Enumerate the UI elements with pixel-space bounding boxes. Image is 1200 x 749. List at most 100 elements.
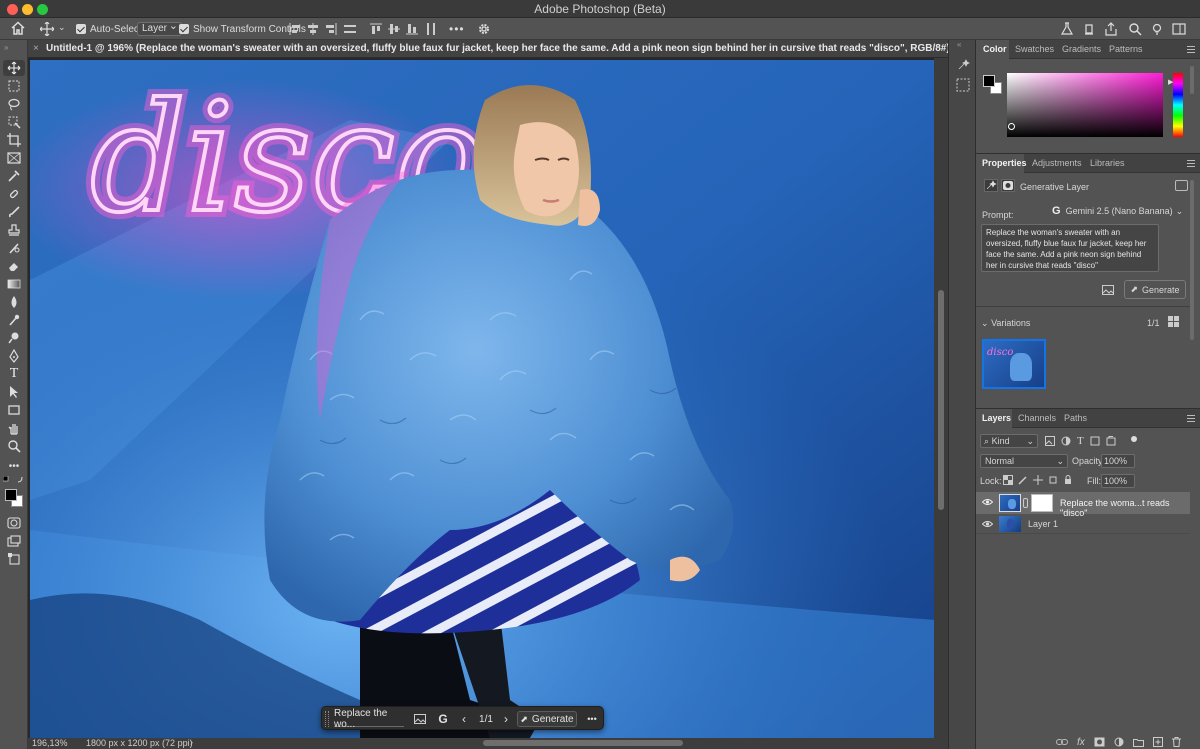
screen-mode-icon[interactable] xyxy=(3,533,25,549)
align-left-icon[interactable] xyxy=(288,22,302,36)
properties-generate-button[interactable]: ⬈ Generate xyxy=(1124,280,1186,299)
model-dropdown[interactable]: G Gemini 2.5 (Nano Banana) ⌄ xyxy=(1052,205,1183,217)
healing-brush-icon[interactable] xyxy=(3,186,25,202)
beaker-icon[interactable] xyxy=(1060,22,1074,36)
frame-tool-icon[interactable] xyxy=(3,150,25,166)
align-bottom-icon[interactable] xyxy=(405,22,419,36)
color-picker-cursor[interactable] xyxy=(1008,123,1015,130)
layer-row-generative[interactable]: Replace the woma...t reads "disco" xyxy=(976,492,1190,518)
folder-icon[interactable] xyxy=(1132,738,1144,747)
lock-artboard-icon[interactable] xyxy=(1048,475,1058,485)
distribute-icon[interactable] xyxy=(343,22,357,36)
tab-channels[interactable]: Channels xyxy=(1018,413,1056,423)
generate-button[interactable]: ⬈ Generate xyxy=(517,711,577,727)
hue-slider[interactable] xyxy=(1173,73,1183,137)
panel-scrollbar-thumb[interactable] xyxy=(1190,66,1194,94)
next-variation-icon[interactable]: › xyxy=(500,711,512,727)
layer-name[interactable]: Layer 1 xyxy=(1028,519,1058,529)
type-tool-icon[interactable]: T xyxy=(3,366,25,382)
panel-menu-icon[interactable] xyxy=(1187,160,1195,167)
lock-image-icon[interactable] xyxy=(1018,475,1028,485)
fill-field[interactable]: 100% ⌄ xyxy=(1101,474,1135,498)
reference-image-icon[interactable] xyxy=(412,711,428,727)
grid-view-icon[interactable] xyxy=(1168,316,1179,327)
adjustment-icon[interactable] xyxy=(1114,737,1124,747)
filter-toggle-icon[interactable] xyxy=(1131,436,1137,442)
blend-mode-dropdown[interactable]: Normal ⌄ xyxy=(980,454,1068,468)
horizontal-scrollbar-thumb[interactable] xyxy=(483,740,683,746)
chevron-down-icon[interactable]: ⌄ xyxy=(58,22,66,33)
smart-object-filter-icon[interactable] xyxy=(1106,436,1116,446)
more-options-button[interactable]: ••• xyxy=(449,21,465,37)
align-top-icon[interactable] xyxy=(369,22,383,36)
hue-slider-marker[interactable]: ▶ xyxy=(1168,78,1173,86)
cloud-docs-icon[interactable] xyxy=(1082,22,1096,36)
new-layer-icon[interactable] xyxy=(1152,737,1163,747)
layer-row-layer-1[interactable]: Layer 1 xyxy=(976,514,1190,534)
tab-properties[interactable]: Properties xyxy=(982,158,1027,168)
move-tool-icon[interactable] xyxy=(3,60,25,76)
blur-tool-icon[interactable] xyxy=(3,294,25,310)
collapse-icon[interactable]: » xyxy=(4,43,24,52)
zoom-tool-icon[interactable] xyxy=(3,438,25,454)
drag-handle-icon[interactable] xyxy=(325,711,329,727)
prompt-preview-field[interactable]: Replace the wo... xyxy=(334,708,404,730)
marquee-tool-icon[interactable] xyxy=(3,78,25,94)
artboard-icon[interactable] xyxy=(3,551,25,567)
lock-transparent-icon[interactable] xyxy=(1003,475,1013,485)
mask-link-icon[interactable] xyxy=(1023,498,1028,508)
adjustment-filter-icon[interactable] xyxy=(1061,436,1071,446)
eyedropper-icon[interactable] xyxy=(3,168,25,184)
panel-scrollbar-thumb[interactable] xyxy=(1190,180,1194,340)
canvas-area[interactable]: disco disco xyxy=(28,58,934,738)
gemini-model-icon[interactable]: G xyxy=(436,711,450,727)
edit-toolbar-icon[interactable]: ••• xyxy=(3,458,25,474)
tab-patterns[interactable]: Patterns xyxy=(1109,44,1143,54)
vertical-scrollbar[interactable] xyxy=(934,58,948,738)
panel-menu-icon[interactable] xyxy=(1187,415,1195,422)
reference-image-icon[interactable] xyxy=(1102,285,1114,295)
align-center-icon[interactable] xyxy=(306,22,320,36)
foreground-color-swatch[interactable] xyxy=(983,75,995,87)
eye-icon[interactable] xyxy=(982,498,993,508)
document-tab[interactable]: × Untitled-1 @ 196% (Replace the woman's… xyxy=(28,40,956,58)
gear-icon[interactable] xyxy=(477,22,491,36)
close-tab-icon[interactable]: × xyxy=(33,43,39,54)
stamp-tool-icon[interactable] xyxy=(3,222,25,238)
tab-libraries[interactable]: Libraries xyxy=(1090,158,1125,168)
zoom-level[interactable]: 196,13% xyxy=(32,738,68,748)
layer-filter-dropdown[interactable]: ⌕ Kind ⌄ xyxy=(980,434,1038,448)
auto-select-checkbox[interactable]: Auto-Select: xyxy=(76,21,144,37)
search-icon[interactable] xyxy=(1128,22,1142,36)
auto-select-dropdown[interactable]: Layer xyxy=(137,20,183,37)
tab-paths[interactable]: Paths xyxy=(1064,413,1087,423)
quick-mask-icon[interactable] xyxy=(3,515,25,531)
variation-thumbnail[interactable]: disco xyxy=(982,339,1046,389)
adjustments-icon[interactable] xyxy=(956,78,970,92)
generative-icon[interactable] xyxy=(956,58,970,72)
collapse-icon[interactable]: « xyxy=(957,40,961,49)
home-icon[interactable] xyxy=(10,21,28,37)
lightbulb-icon[interactable] xyxy=(1150,22,1164,36)
workspace-icon[interactable] xyxy=(1172,22,1186,36)
prompt-textarea[interactable]: Replace the woman's sweater with an over… xyxy=(981,224,1159,272)
show-transform-checkbox[interactable]: Show Transform Controls xyxy=(179,21,306,37)
pen-tool-icon[interactable] xyxy=(3,348,25,364)
gradient-tool-icon[interactable] xyxy=(3,276,25,292)
object-selection-icon[interactable] xyxy=(3,114,25,130)
history-brush-icon[interactable] xyxy=(3,240,25,256)
mask-icon[interactable] xyxy=(1094,737,1105,747)
align-middle-icon[interactable] xyxy=(387,22,401,36)
brush-tool-icon[interactable] xyxy=(3,204,25,220)
distribute-vertical-icon[interactable] xyxy=(424,22,438,36)
align-right-icon[interactable] xyxy=(324,22,338,36)
path-selection-icon[interactable] xyxy=(3,384,25,400)
panel-menu-icon[interactable] xyxy=(1187,46,1195,53)
document-image[interactable]: disco disco xyxy=(30,60,934,738)
tab-swatches[interactable]: Swatches xyxy=(1015,44,1054,54)
type-filter-icon[interactable]: T xyxy=(1077,436,1084,447)
shape-filter-icon[interactable] xyxy=(1090,436,1100,446)
trash-icon[interactable] xyxy=(1171,737,1181,747)
eraser-tool-icon[interactable] xyxy=(3,258,25,274)
status-chevron-icon[interactable]: › xyxy=(190,737,193,747)
